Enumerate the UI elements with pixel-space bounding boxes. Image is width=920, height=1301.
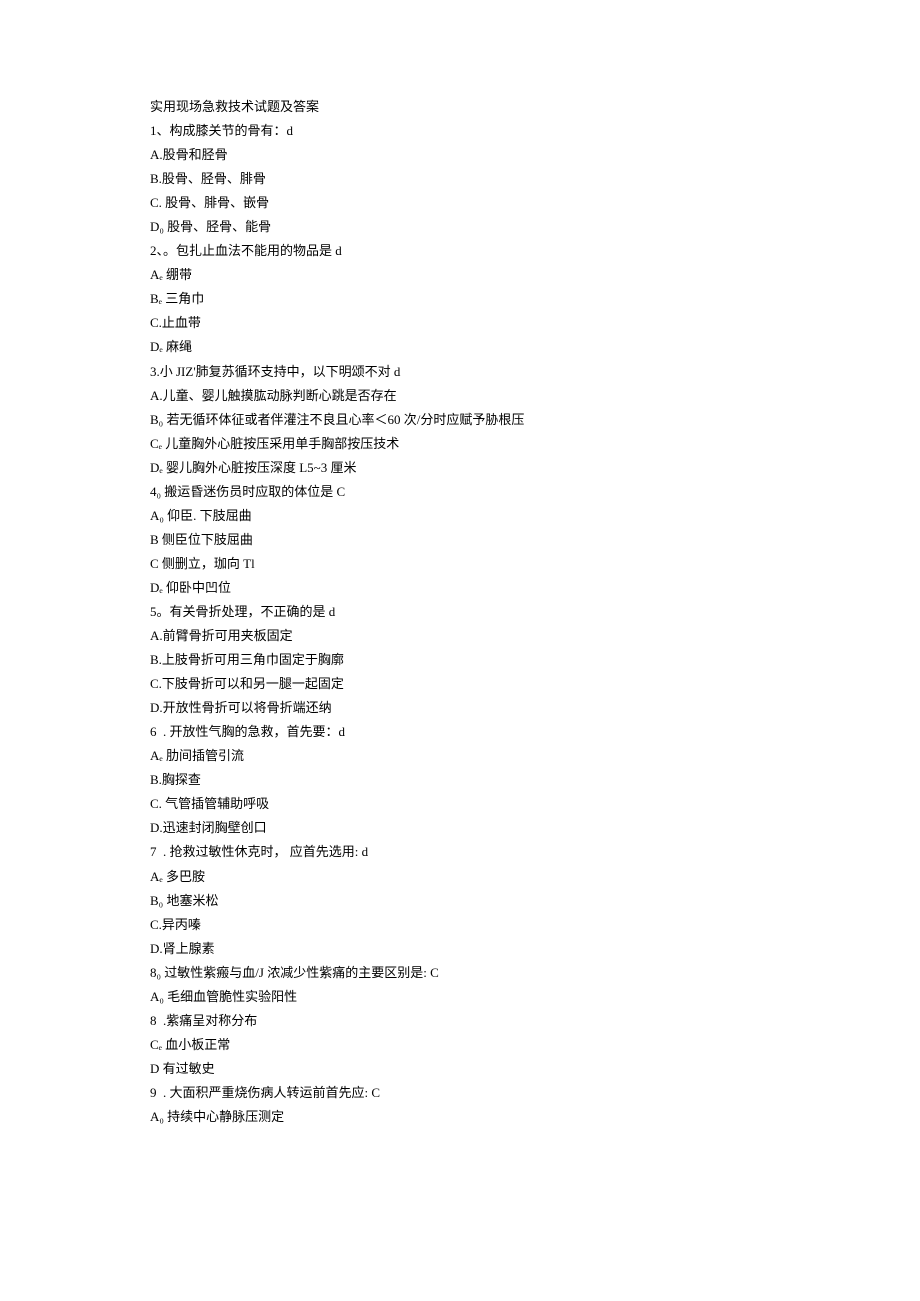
question-option: Dₑ 麻绳 xyxy=(150,335,770,359)
question-option: C.异丙嗪 xyxy=(150,913,770,937)
question-option: Aₑ 肋间插管引流 xyxy=(150,744,770,768)
question-option: B.胸探查 xyxy=(150,768,770,792)
question-option: Aₑ 多巴胺 xyxy=(150,865,770,889)
question-stem: 9 . 大面积严重烧伤病人转运前首先应: C xyxy=(150,1081,770,1105)
question-option: B₀ 地塞米松 xyxy=(150,889,770,913)
question-option: D.迅速封闭胸壁创口 xyxy=(150,816,770,840)
question-option: A.股骨和胫骨 xyxy=(150,143,770,167)
question-stem: 8₀ 过敏性紫瘢与血/J 浓减少性紫痛的主要区别是: C xyxy=(150,961,770,985)
question-option: Aₑ 绷带 xyxy=(150,263,770,287)
question-option: D.肾上腺素 xyxy=(150,937,770,961)
question-option: A.儿童、婴儿触摸肱动脉判断心跳是否存在 xyxy=(150,384,770,408)
question-option: C 侧删立，珈向 Tl xyxy=(150,552,770,576)
question-stem: 4₀ 搬运昏迷伤员时应取的体位是 C xyxy=(150,480,770,504)
question-stem: 5。有关骨折处理，不正确的是 d xyxy=(150,600,770,624)
question-stem: 3.小 JIZ'肺复苏循环支持中，以下明颂不对 d xyxy=(150,360,770,384)
question-option: Bₑ 三角巾 xyxy=(150,287,770,311)
question-option: B.股骨、胫骨、腓骨 xyxy=(150,167,770,191)
question-option: B.上肢骨折可用三角巾固定于胸廓 xyxy=(150,648,770,672)
question-option: D₀ 股骨、胫骨、能骨 xyxy=(150,215,770,239)
question-option: D.开放性骨折可以将骨折端还纳 xyxy=(150,696,770,720)
question-option: C.止血带 xyxy=(150,311,770,335)
question-option: C. 气管插管辅助呼吸 xyxy=(150,792,770,816)
question-option: Dₑ 仰卧中凹位 xyxy=(150,576,770,600)
question-option: Dₑ 婴儿胸外心脏按压深度 L5~3 厘米 xyxy=(150,456,770,480)
question-stem: 2、。包扎止血法不能用的物品是 d xyxy=(150,239,770,263)
question-stem: 1、构成膝关节的骨有：d xyxy=(150,119,770,143)
question-stem: 7 . 抢救过敏性休克时， 应首先选用: d xyxy=(150,840,770,864)
question-option: A.前臂骨折可用夹板固定 xyxy=(150,624,770,648)
question-option: Cₑ 儿童胸外心脏按压采用单手胸部按压技术 xyxy=(150,432,770,456)
question-option: B 侧臣位下肢屈曲 xyxy=(150,528,770,552)
question-option: 8 .紫痛呈对称分布 xyxy=(150,1009,770,1033)
question-stem: 6 . 开放性气胸的急救，首先要：d xyxy=(150,720,770,744)
question-option: A₀ 仰臣. 下肢屈曲 xyxy=(150,504,770,528)
question-option: C. 股骨、腓骨、嵌骨 xyxy=(150,191,770,215)
document-body: 1、构成膝关节的骨有：dA.股骨和胫骨B.股骨、胫骨、腓骨C. 股骨、腓骨、嵌骨… xyxy=(150,119,770,1129)
question-option: C.下肢骨折可以和另一腿一起固定 xyxy=(150,672,770,696)
question-option: D 有过敏史 xyxy=(150,1057,770,1081)
question-option: A₀ 持续中心静脉压测定 xyxy=(150,1105,770,1129)
document-title: 实用现场急救技术试题及答案 xyxy=(150,95,770,119)
question-option: A₀ 毛细血管脆性实验阳性 xyxy=(150,985,770,1009)
question-option: B₀ 若无循环体征或者伴灌注不良且心率＜60 次/分时应赋予胁根压 xyxy=(150,408,770,432)
question-option: Cₑ 血小板正常 xyxy=(150,1033,770,1057)
document-page: 实用现场急救技术试题及答案 1、构成膝关节的骨有：dA.股骨和胫骨B.股骨、胫骨… xyxy=(0,0,920,1301)
